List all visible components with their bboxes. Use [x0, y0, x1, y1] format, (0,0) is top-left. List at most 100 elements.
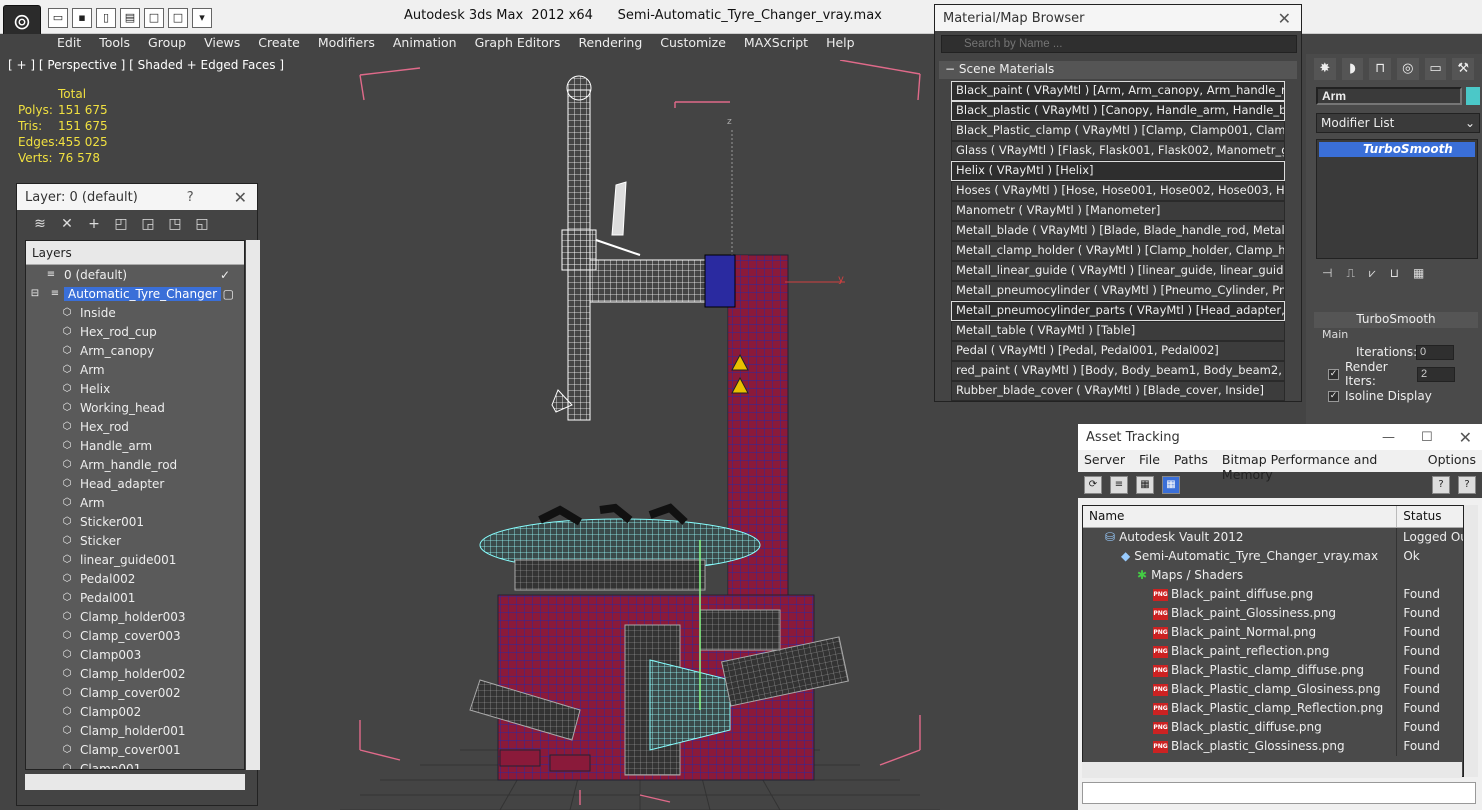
material-search-input[interactable]	[941, 35, 1297, 53]
material-row[interactable]: Metall_blade ( VRayMtl ) [Blade, Blade_h…	[951, 221, 1285, 241]
modifier-list-dropdown[interactable]: Modifier List ⌄	[1316, 113, 1480, 133]
add-to-layer-icon[interactable]: +	[85, 215, 103, 233]
layer-object-row[interactable]: ⬡ Clamp002	[26, 702, 244, 721]
status-column-header[interactable]: Status	[1397, 506, 1463, 527]
display-tab-icon[interactable]: ▭	[1424, 58, 1447, 80]
layer-object-row[interactable]: ⬡ Clamp_cover002	[26, 683, 244, 702]
make-unique-icon[interactable]: ⩗	[1369, 266, 1376, 286]
asset-row[interactable]: PNG Black_Plastic_clamp_Glosiness.png Foun…	[1083, 680, 1463, 699]
highlight-selected-icon[interactable]: ◲	[139, 215, 157, 233]
scene-materials-group[interactable]: − Scene Materials	[939, 61, 1297, 79]
material-row[interactable]: Black_plastic ( VRayMtl ) [Canopy, Handl…	[951, 101, 1285, 121]
layer-object-row[interactable]: ⬡ Hex_rod	[26, 417, 244, 436]
asset-row[interactable]: PNG Black_Plastic_clamp_Reflection.png Fou…	[1083, 699, 1463, 718]
asset-row[interactable]: PNG Black_plastic_Glossiness.png Found	[1083, 737, 1463, 756]
layer-object-row[interactable]: ⬡ Pedal002	[26, 569, 244, 588]
asset-table[interactable]: Name Status ⛁ Autodesk Vault 2012 Logged O…	[1082, 505, 1464, 777]
table-view-icon[interactable]: ▦	[1162, 476, 1180, 494]
layer-vertical-scrollbar[interactable]	[246, 240, 260, 770]
hierarchy-tab-icon[interactable]: ⊓	[1369, 58, 1392, 80]
layer-object-row[interactable]: ⬡ Pedal001	[26, 588, 244, 607]
layer-object-row[interactable]: ⬡ Arm_handle_rod	[26, 455, 244, 474]
layer-object-row[interactable]: ⬡ Arm_canopy	[26, 341, 244, 360]
list-view-icon[interactable]: ≡	[1110, 476, 1128, 494]
refresh-icon[interactable]: ⟳	[1084, 476, 1102, 494]
layer-object-row[interactable]: ⬡ Head_adapter	[26, 474, 244, 493]
object-color-swatch[interactable]	[1466, 87, 1480, 105]
asset-row[interactable]: PNG Black_paint_Normal.png Found	[1083, 623, 1463, 642]
customize-dropdown-icon[interactable]: ▾	[192, 8, 212, 28]
help-button[interactable]: ?	[187, 190, 194, 205]
layer-row-tyre-changer[interactable]: ⊟ ≡ Automatic_Tyre_Changer ▢	[26, 284, 244, 303]
material-row[interactable]: Rubber_blade_cover ( VRayMtl ) [Blade_co…	[951, 381, 1285, 401]
material-list[interactable]: Black_paint ( VRayMtl ) [Arm, Arm_canopy…	[951, 81, 1285, 401]
layer-object-row[interactable]: ⬡ Sticker001	[26, 512, 244, 531]
layer-list[interactable]: Layers ≡ 0 (default) ✓ ⊟ ≡ Automatic_Tyr…	[25, 240, 245, 770]
minimize-icon[interactable]: —	[1382, 430, 1395, 445]
menu-tools[interactable]: Tools	[90, 34, 139, 54]
set-current-icon[interactable]: ▢	[223, 287, 234, 301]
delete-layer-icon[interactable]: ✕	[58, 215, 76, 233]
pin-stack-icon[interactable]: ⊣	[1322, 266, 1332, 286]
utilities-tab-icon[interactable]: ⚒	[1452, 58, 1475, 80]
material-row[interactable]: Metall_table ( VRayMtl ) [Table]	[951, 321, 1285, 341]
material-row[interactable]: Metall_pneumocylinder_parts ( VRayMtl ) …	[951, 301, 1285, 321]
asset-row[interactable]: PNG Black_plastic_diffuse.png Found	[1083, 718, 1463, 737]
asset-vertical-scrollbar[interactable]	[1464, 505, 1478, 777]
layer-object-row[interactable]: ⬡ Inside	[26, 303, 244, 322]
asset-row[interactable]: PNG Black_paint_diffuse.png Found	[1083, 585, 1463, 604]
material-row[interactable]: Metall_linear_guide ( VRayMtl ) [linear_…	[951, 261, 1285, 281]
render-iters-spinner[interactable]	[1417, 366, 1455, 382]
isoline-display-checkbox[interactable]: ✓	[1328, 390, 1339, 402]
hide-all-icon[interactable]: ◳	[166, 215, 184, 233]
asset-tracking-titlebar[interactable]: Asset Tracking — ☐ ✕	[1078, 424, 1482, 450]
select-objects-icon[interactable]: ◰	[112, 215, 130, 233]
help-icon[interactable]: ?	[1432, 476, 1450, 494]
asset-row[interactable]: PNG Black_paint_Glossiness.png Found	[1083, 604, 1463, 623]
layer-object-row[interactable]: ⬡ Sticker	[26, 531, 244, 550]
configure-sets-icon[interactable]: ▦	[1413, 266, 1424, 286]
motion-tab-icon[interactable]: ◎	[1397, 58, 1419, 80]
asset-row[interactable]: PNG Black_Plastic_clamp_diffuse.png Found	[1083, 661, 1463, 680]
modify-tab-icon[interactable]: ◗	[1341, 58, 1364, 80]
create-tab-icon[interactable]: ✸	[1314, 58, 1336, 80]
material-row[interactable]: Glass ( VRayMtl ) [Flask, Flask001, Flas…	[951, 141, 1285, 161]
menu-options[interactable]: Options	[1428, 452, 1476, 470]
open-icon[interactable]: ▭	[48, 8, 68, 28]
layer-object-row[interactable]: ⬡ Handle_arm	[26, 436, 244, 455]
material-row[interactable]: Metall_pneumocylinder ( VRayMtl ) [Pneum…	[951, 281, 1285, 301]
material-row[interactable]: red_paint ( VRayMtl ) [Body, Body_beam1,…	[951, 361, 1285, 381]
layer-object-row[interactable]: ⬡ Clamp_holder003	[26, 607, 244, 626]
menu-modifiers[interactable]: Modifiers	[309, 34, 384, 54]
close-icon[interactable]: ✕	[234, 188, 247, 207]
menu-views[interactable]: Views	[195, 34, 249, 54]
remove-modifier-icon[interactable]: ⊔	[1390, 266, 1399, 286]
modifier-stack-item[interactable]: TurboSmooth	[1319, 142, 1475, 157]
redo-icon[interactable]: ▤	[120, 8, 140, 28]
close-icon[interactable]: ✕	[1459, 428, 1472, 447]
layer-row-default[interactable]: ≡ 0 (default) ✓	[26, 265, 244, 284]
menu-file[interactable]: File	[1139, 452, 1160, 470]
viewport-label[interactable]: [ + ] [ Perspective ] [ Shaded + Edged F…	[8, 58, 284, 72]
material-row[interactable]: Pedal ( VRayMtl ) [Pedal, Pedal001, Peda…	[951, 341, 1285, 361]
layer-object-row[interactable]: ⬡ Arm	[26, 360, 244, 379]
material-row[interactable]: Black_paint ( VRayMtl ) [Arm, Arm_canopy…	[951, 81, 1285, 101]
menu-edit[interactable]: Edit	[48, 34, 90, 54]
context-help-icon[interactable]: ?	[1458, 476, 1476, 494]
menu-rendering[interactable]: Rendering	[569, 34, 651, 54]
fetch-icon[interactable]: □	[168, 8, 188, 28]
menu-help[interactable]: Help	[817, 34, 864, 54]
menu-paths[interactable]: Paths	[1174, 452, 1208, 470]
undo-icon[interactable]: ▯	[96, 8, 116, 28]
material-browser-titlebar[interactable]: Material/Map Browser ✕	[935, 5, 1301, 31]
menu-create[interactable]: Create	[249, 34, 309, 54]
menu-graph-editors[interactable]: Graph Editors	[466, 34, 570, 54]
material-row[interactable]: Helix ( VRayMtl ) [Helix]	[951, 161, 1285, 181]
layer-panel-titlebar[interactable]: Layer: 0 (default) ? ✕	[17, 184, 257, 210]
layer-object-row[interactable]: ⬡ Clamp_holder001	[26, 721, 244, 740]
collapse-icon[interactable]: ⊟	[28, 288, 42, 300]
asset-row[interactable]: PNG Black_paint_reflection.png Found	[1083, 642, 1463, 661]
asset-horizontal-scrollbar[interactable]	[1082, 762, 1462, 778]
thumbnail-view-icon[interactable]: ▦	[1136, 476, 1154, 494]
asset-row[interactable]: ✱ Maps / Shaders	[1083, 566, 1463, 585]
